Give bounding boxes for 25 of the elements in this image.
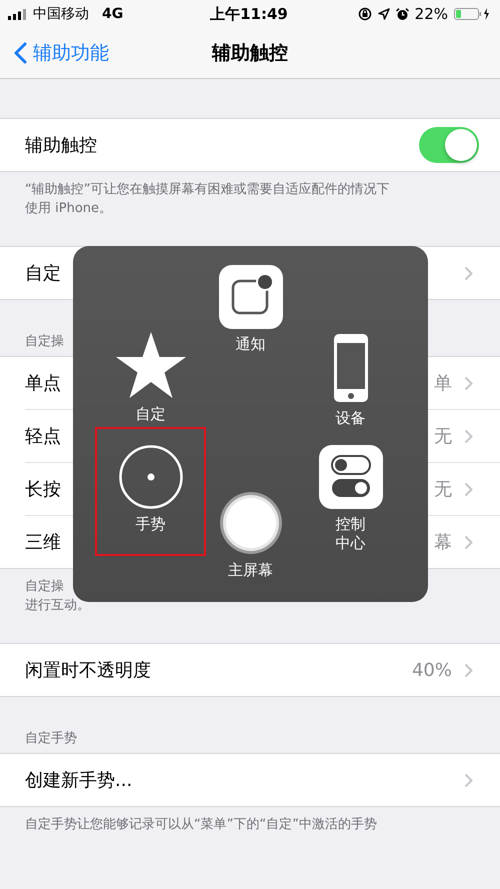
row-label: 三维: [25, 531, 61, 554]
footer-note: “辅助触控”可让您在触摸屏幕有困难或需要自适应配件的情况下: [25, 181, 390, 199]
section-header: 自定操: [25, 333, 64, 350]
footer-note: 使用 iPhone。: [25, 200, 114, 218]
network-type: 4G: [102, 6, 124, 22]
row-label: 辅助触控: [25, 134, 97, 157]
footer-note: 自定操: [25, 578, 65, 596]
page-title: 辅助触控: [212, 41, 288, 66]
clock-time: 上午11:49: [210, 4, 288, 24]
row-label: 创建新手势...: [25, 769, 132, 792]
carrier-name: 中国移动: [33, 5, 89, 23]
row-label: 闲置时不透明度: [25, 659, 151, 682]
row-label: 单点: [25, 372, 61, 395]
row-label: 轻点: [25, 425, 61, 448]
footer-note: 自定手势让您能够记录可以从“菜单”下的“自定”中激活的手势: [25, 816, 378, 834]
row-value: 40%: [412, 660, 452, 680]
section-header: 自定手势: [25, 730, 77, 747]
row-label: 长按: [25, 478, 61, 501]
footer-note: 进行互动。: [25, 597, 91, 615]
row-value: 幕: [434, 531, 452, 554]
row-value: 单: [434, 372, 452, 395]
battery-percent: 22%: [414, 5, 448, 23]
row-value: 无: [434, 478, 452, 501]
row-label: 自定: [25, 262, 61, 285]
row-value: 无: [434, 425, 452, 448]
